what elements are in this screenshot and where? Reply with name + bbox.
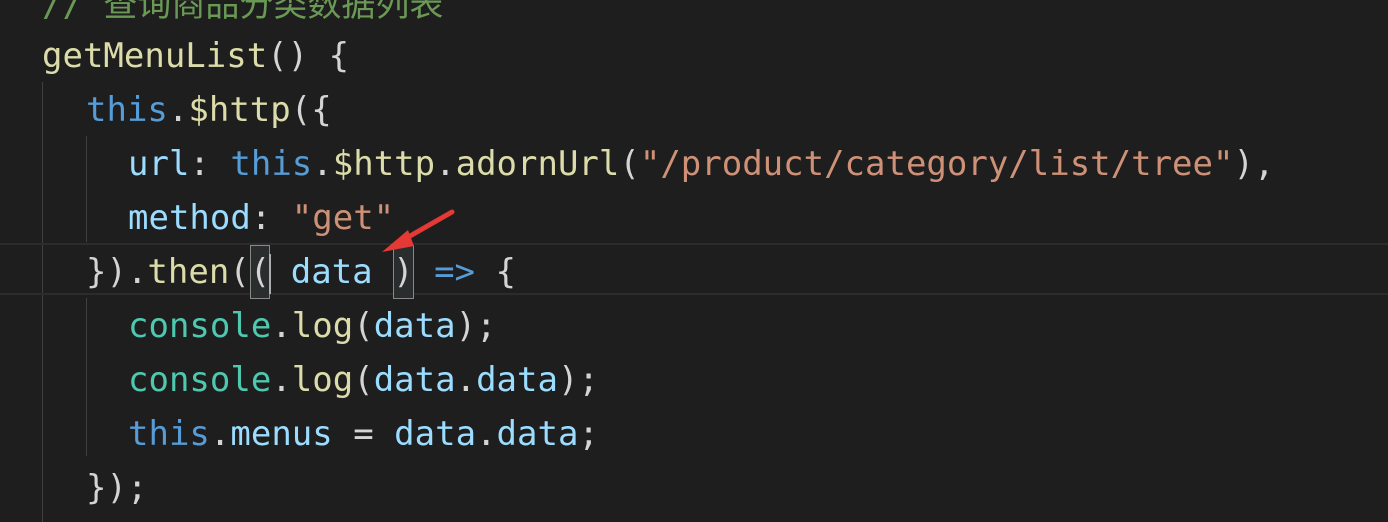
punctuation: . xyxy=(476,414,497,454)
punctuation: . xyxy=(167,90,189,130)
function-name: then xyxy=(147,252,230,292)
code-line-8: console.log(data.data); xyxy=(0,353,1388,407)
property-name: menus xyxy=(230,414,333,454)
code-editor[interactable]: // 查询商品分类数据列表 getMenuList() { this.$http… xyxy=(0,0,1388,522)
matched-bracket-open: ( xyxy=(249,245,271,299)
punctuation: ( xyxy=(619,144,640,184)
punctuation: () { xyxy=(267,36,350,76)
function-name: adornUrl xyxy=(455,144,620,184)
punctuation: ); xyxy=(455,306,497,346)
function-name: log xyxy=(291,306,354,346)
property-name: method xyxy=(128,198,251,238)
code-line-1: // 查询商品分类数据列表 xyxy=(0,0,1388,32)
code-line-7: console.log(data); xyxy=(0,299,1388,353)
annotation-arrow-icon xyxy=(382,209,455,252)
property-name: data xyxy=(476,360,558,400)
punctuation: ( xyxy=(353,306,374,346)
punctuation: ( xyxy=(353,360,374,400)
punctuation: = xyxy=(332,414,395,454)
punctuation: . xyxy=(209,414,231,454)
code-line-9: this.menus = data.data; xyxy=(0,407,1388,461)
variable-name: data xyxy=(373,306,456,346)
keyword-this: this xyxy=(86,90,168,130)
punctuation: . xyxy=(271,306,292,346)
code-line-4: url: this.$http.adornUrl("/product/categ… xyxy=(0,137,1388,191)
code-line-10: }); xyxy=(0,461,1388,515)
punctuation: : xyxy=(250,198,292,238)
function-name: log xyxy=(291,360,354,400)
keyword-this: this xyxy=(230,144,313,184)
code-line-6[interactable]: }).then(( data ) => { xyxy=(0,245,1388,299)
punctuation: }); xyxy=(86,468,148,508)
variable-name: data xyxy=(394,414,477,454)
function-name: getMenuList xyxy=(42,36,268,76)
string-literal: "/product/category/list/tree" xyxy=(639,144,1234,184)
punctuation: . xyxy=(455,360,477,400)
class-name: console xyxy=(128,360,272,400)
punctuation: { xyxy=(475,252,516,292)
punctuation: ); xyxy=(557,360,599,400)
property-name: url xyxy=(128,144,190,184)
punctuation: ( xyxy=(229,252,250,292)
code-line-5: method: "get" xyxy=(0,191,1388,245)
class-name: console xyxy=(128,306,272,346)
function-name: $http xyxy=(188,90,291,130)
punctuation: ({ xyxy=(290,90,332,130)
code-line-2: getMenuList() { xyxy=(0,29,1388,83)
punctuation: ; xyxy=(578,414,599,454)
punctuation: }). xyxy=(86,252,148,292)
punctuation: . xyxy=(271,360,292,400)
punctuation: : xyxy=(189,144,231,184)
comment-text: // 查询商品分类数据列表 xyxy=(42,0,444,25)
code-line-3: this.$http({ xyxy=(0,83,1388,137)
punctuation: ), xyxy=(1233,144,1275,184)
punctuation: . xyxy=(435,144,456,184)
function-name: $http xyxy=(332,144,436,184)
property-name: data xyxy=(496,414,579,454)
keyword-this: this xyxy=(128,414,210,454)
variable-name: data xyxy=(373,360,456,400)
punctuation: . xyxy=(312,144,333,184)
